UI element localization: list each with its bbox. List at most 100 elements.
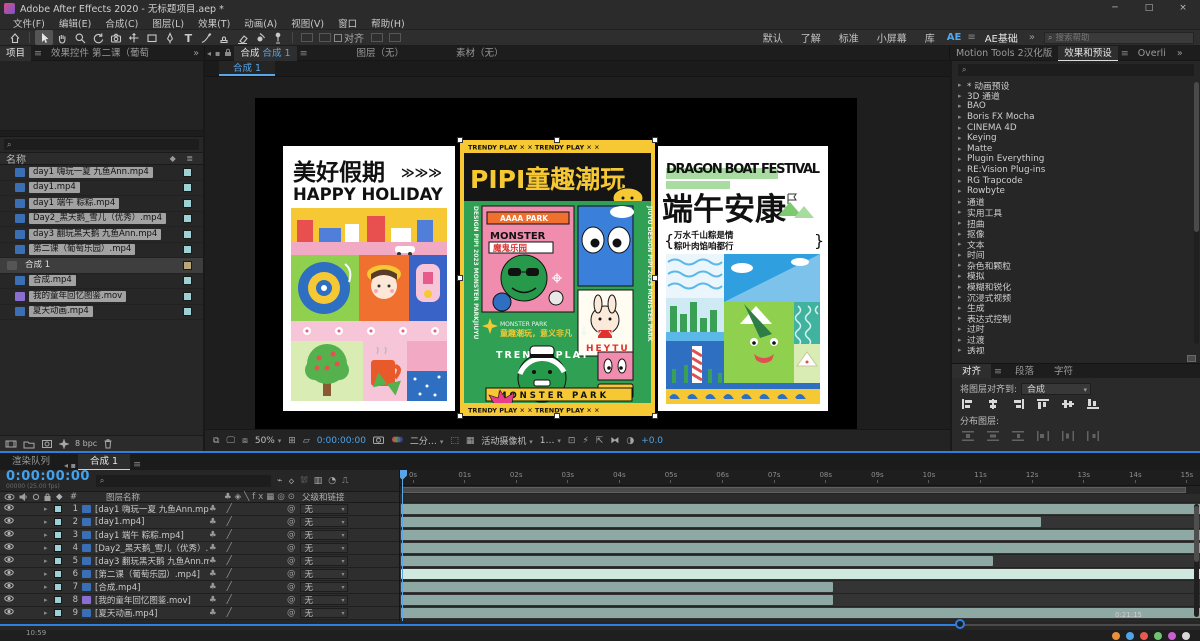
label-color-swatch[interactable] xyxy=(183,260,192,270)
composition-mini-flowchart-icon[interactable]: ⌁ xyxy=(277,476,282,486)
panel-menu-icon[interactable]: ≡ xyxy=(991,366,1005,377)
workspace-overflow-chevron[interactable]: » xyxy=(1024,32,1040,43)
selection-handle-top-right[interactable] xyxy=(652,137,658,143)
layer-name-column-header[interactable]: 图层名称 xyxy=(82,491,224,503)
timeline-layer-row[interactable]: ▸ 9 [夏天动画.mp4] ♣ ╱ @ 无 xyxy=(0,607,399,620)
parent-dropdown[interactable]: 无 xyxy=(299,530,348,541)
layer-name[interactable]: [day1.mp4] xyxy=(95,517,144,527)
project-item-name[interactable]: 夏天动画.mp4 xyxy=(29,306,93,318)
number-column-header[interactable]: # xyxy=(70,492,82,502)
layer-track-row[interactable] xyxy=(400,529,1200,542)
menu-item[interactable]: 视图(V) xyxy=(284,16,331,30)
workspace-tab[interactable]: 默认 xyxy=(754,30,792,45)
menu-item[interactable]: 图层(L) xyxy=(145,16,191,30)
panel-menu-icon[interactable]: ≡ xyxy=(1118,48,1132,59)
label-color-swatch[interactable] xyxy=(183,183,192,193)
parent-column-header[interactable]: 父级和链接 xyxy=(302,491,395,503)
project-item-name[interactable]: 合成 1 xyxy=(21,260,54,271)
layer-label-swatch[interactable] xyxy=(54,609,62,617)
minimize-button[interactable]: ─ xyxy=(1098,0,1132,16)
ae-workspace-badge[interactable]: AE xyxy=(944,32,965,43)
disclosure-triangle-icon[interactable]: ▸ xyxy=(958,251,967,259)
parent-pickwhip-icon[interactable]: @ xyxy=(287,517,296,527)
timeline-layer-row[interactable]: ▸ 4 [Day2_黑天鹅_雪儿（优秀）.mp4] ♣╱ @ 无 xyxy=(0,542,399,555)
layer-label-swatch[interactable] xyxy=(54,505,62,513)
home-tool[interactable] xyxy=(6,30,24,45)
motion-blur-icon[interactable]: ◔ xyxy=(328,476,336,486)
layer-name[interactable]: [day1 端午 粽粽.mp4] xyxy=(95,529,184,541)
parent-pickwhip-icon[interactable]: @ xyxy=(287,569,296,579)
workspace-tab[interactable]: 了解 xyxy=(792,30,830,45)
parent-pickwhip-icon[interactable]: @ xyxy=(287,504,296,514)
puppet-pin-tool[interactable] xyxy=(269,30,287,45)
eye-icon[interactable] xyxy=(4,517,14,527)
disclosure-triangle-icon[interactable]: ▸ xyxy=(958,325,967,333)
layer-name[interactable]: [夏天动画.mp4] xyxy=(95,607,157,619)
parent-dropdown[interactable]: 无 xyxy=(299,543,348,554)
frame-blending-icon[interactable]: ▥ xyxy=(314,476,323,486)
disclosure-triangle-icon[interactable]: ▸ xyxy=(958,304,967,312)
disclosure-triangle-icon[interactable]: ▸ xyxy=(958,261,967,269)
disclosure-triangle-icon[interactable]: ▸ xyxy=(958,240,967,248)
selection-handle-mid-right[interactable] xyxy=(652,275,658,281)
effects-category-label[interactable]: Keying xyxy=(967,133,997,143)
disclosure-triangle-icon[interactable]: ▸ xyxy=(958,230,967,238)
effects-search-field[interactable]: ⌕ xyxy=(958,64,1194,76)
player-seekbar[interactable]: 10:59 0:21:15 xyxy=(0,611,1200,637)
effects-category-row[interactable]: ▸ Matte xyxy=(958,144,1200,155)
project-item-name[interactable]: 我的童年回忆图鉴.mov xyxy=(29,290,127,302)
eye-icon[interactable] xyxy=(4,608,14,618)
distribute-left-icon[interactable] xyxy=(1037,431,1049,441)
align-right-icon[interactable] xyxy=(1012,399,1024,409)
layer-duration-bar[interactable] xyxy=(401,517,1041,527)
help-search-input[interactable] xyxy=(1055,32,1190,43)
layer-duration-bar[interactable] xyxy=(401,556,993,566)
menu-item[interactable]: 合成(C) xyxy=(98,16,145,30)
panel-menu-icon[interactable]: ≡ xyxy=(130,459,144,470)
disclosure-triangle-icon[interactable]: ▸ xyxy=(958,177,967,185)
parent-dropdown[interactable]: 无 xyxy=(299,595,348,606)
disclosure-triangle-icon[interactable]: ▸ xyxy=(958,272,967,280)
project-item-row[interactable]: 我的童年回忆图鉴.mov xyxy=(0,289,203,305)
disclosure-triangle-icon[interactable]: ▸ xyxy=(958,113,967,121)
work-area-bar[interactable] xyxy=(400,486,1200,494)
rectangle-tool[interactable] xyxy=(143,30,161,45)
effects-category-label[interactable]: Matte xyxy=(967,144,992,154)
composition-stage[interactable]: 美好假期 ≫≫≫ HAPPY HOLIDAY TRENDY PLAY ✕ ✕ T… xyxy=(255,98,857,429)
project-item-row[interactable]: day3 翻玩黑天鹅 九鱼Ann.mp4 xyxy=(0,227,203,243)
project-item-row[interactable]: day1 端午 粽粽.mp4 xyxy=(0,196,203,212)
left-tabs-overflow[interactable]: » xyxy=(188,48,204,59)
view-layout-dropdown[interactable]: 1… ▾ xyxy=(540,436,561,446)
align-left-icon[interactable] xyxy=(962,399,974,409)
layer-track-row[interactable] xyxy=(400,594,1200,607)
eye-icon[interactable] xyxy=(4,569,14,579)
effects-category-row[interactable]: ▸ 抠像 xyxy=(958,228,1200,241)
eye-icon[interactable] xyxy=(4,556,14,566)
transparency-grid-icon[interactable]: ▦ xyxy=(466,436,475,446)
label-column-icon[interactable]: ◆ ≣ xyxy=(170,154,197,163)
snapshot-camera-icon[interactable] xyxy=(372,435,384,447)
label-color-swatch[interactable] xyxy=(183,245,192,255)
effects-category-label[interactable]: Boris FX Mocha xyxy=(967,112,1035,122)
layer-name[interactable]: [day3 翻玩黑天鹅 九鱼Ann.mp4] xyxy=(95,555,209,567)
tab-layer[interactable]: 图层（无） xyxy=(351,46,411,61)
effects-category-label[interactable]: Plugin Everything xyxy=(967,154,1044,164)
project-item-name[interactable]: 第二课（葡萄乐园）.mp4 xyxy=(29,244,136,256)
menu-item[interactable]: 帮助(H) xyxy=(364,16,412,30)
project-item-row[interactable]: 夏天动画.mp4 xyxy=(0,305,203,320)
graph-editor-icon[interactable]: ⎍ xyxy=(342,476,348,486)
layer-disclosure-icon[interactable]: ▸ xyxy=(44,609,54,617)
tab-composition[interactable]: 合成 合成 1 xyxy=(234,45,297,61)
always-preview-icon[interactable]: ⧉ xyxy=(213,436,219,446)
project-item-row[interactable]: 第二课（葡萄乐园）.mp4 xyxy=(0,243,203,258)
tab-align[interactable]: 对齐 xyxy=(952,363,992,379)
new-composition-icon[interactable] xyxy=(41,439,53,449)
zoom-tool[interactable] xyxy=(71,30,89,45)
selection-handle-bottom-center[interactable] xyxy=(554,413,560,419)
mask-visibility-icon[interactable]: ▱ xyxy=(303,436,310,446)
layer-track-row[interactable] xyxy=(400,581,1200,594)
effects-category-row[interactable]: ▸ 3D 通道 xyxy=(958,91,1200,103)
layer-duration-bar[interactable] xyxy=(401,543,1200,553)
main-viewer-icon[interactable]: 🖵 xyxy=(226,436,235,446)
effects-category-row[interactable]: ▸ CINEMA 4D xyxy=(958,122,1200,133)
